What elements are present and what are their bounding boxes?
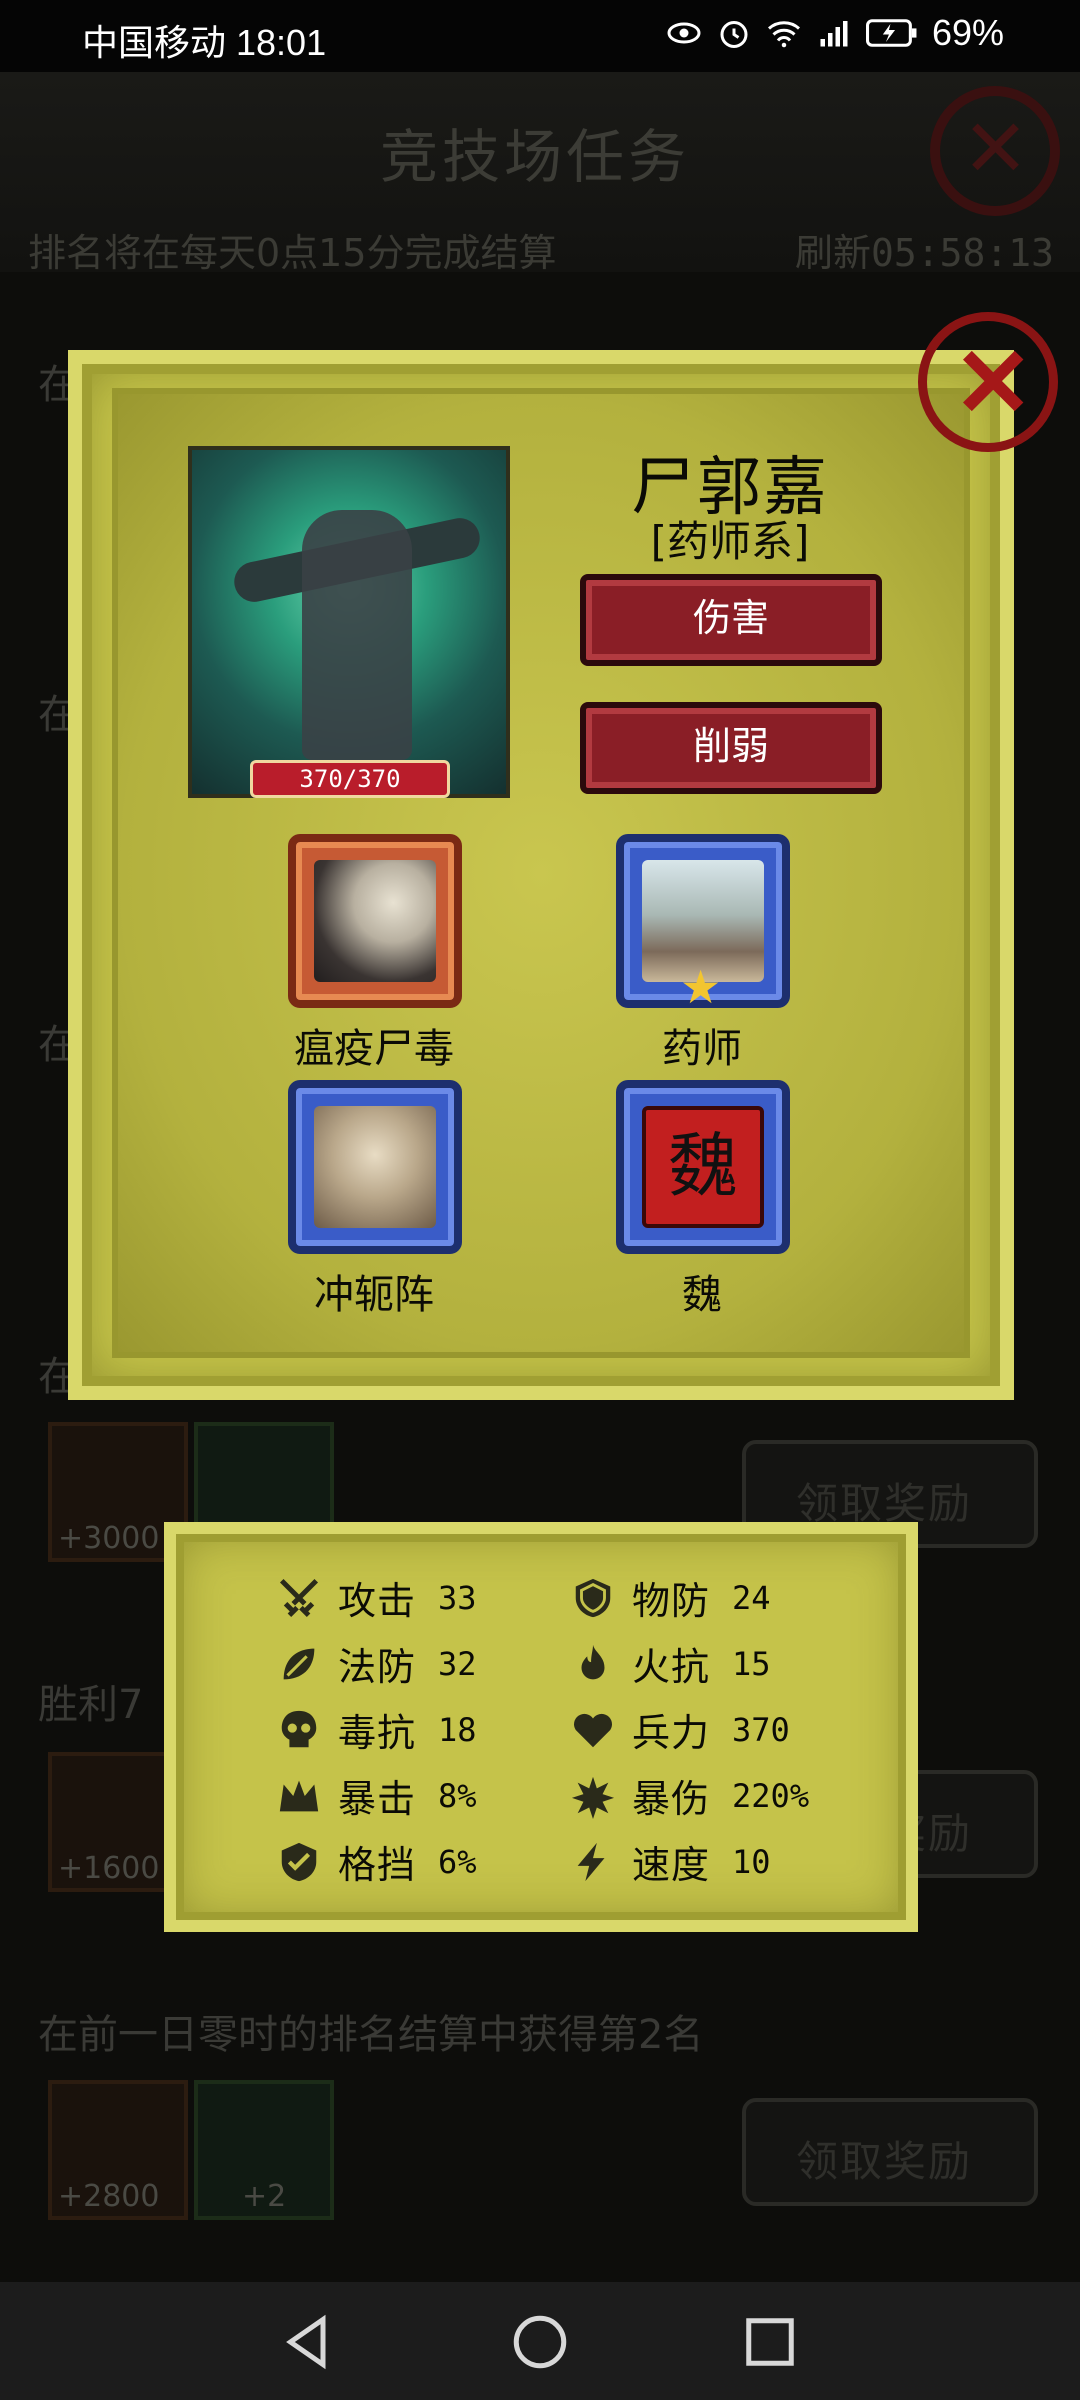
stat-fire-resist: 火抗 15 <box>570 1636 771 1691</box>
hp-bar: 370/370 <box>250 760 450 798</box>
alarm-icon <box>720 21 748 48</box>
refresh-timer: 刷新05:58:13 <box>794 231 1054 275</box>
wifi-icon <box>767 21 800 48</box>
carrier-time: 中国移动 18:01 <box>82 22 327 63</box>
battle-formation-image <box>314 1106 436 1228</box>
signal-icon <box>820 21 848 47</box>
item-reward: +2 <box>194 2080 334 2220</box>
stat-crit-rate: 暴击 8% <box>276 1768 477 1823</box>
stat-crit-damage: 暴伤 220% <box>570 1768 809 1823</box>
skill-label: 瘟疫尸毒 <box>294 1026 454 1072</box>
leaf-icon <box>283 1648 315 1679</box>
hero-class: [药师系] <box>650 517 810 566</box>
heart-icon <box>574 1713 612 1747</box>
flame-icon <box>581 1644 605 1679</box>
system-nav-bar <box>0 2282 1080 2400</box>
crossed-swords-icon <box>279 1578 319 1617</box>
task-label: 在前一日零时的排名结算中获得第2名 <box>38 2012 704 2058</box>
star-icon: ★ <box>680 960 722 1014</box>
stat-magic-defense: 法防 32 <box>276 1636 477 1691</box>
skull-icon <box>281 1710 317 1747</box>
stat-troops: 兵力 370 <box>570 1702 790 1757</box>
skill-label: 冲轭阵 <box>314 1272 434 1318</box>
burst-icon <box>571 1776 615 1819</box>
crown-icon <box>279 1780 319 1811</box>
back-icon[interactable] <box>278 2312 338 2372</box>
stat-speed: 速度 10 <box>570 1834 771 1889</box>
skill-plague-poison[interactable] <box>288 834 462 1008</box>
shield-icon <box>575 1578 611 1617</box>
task-label: 胜利7 <box>38 1682 144 1728</box>
eye-icon <box>667 22 701 44</box>
battery-percent: 69% <box>931 12 1004 53</box>
recents-icon[interactable] <box>740 2312 800 2372</box>
close-icon: ✕ <box>962 102 1030 195</box>
skill-label: 魏 <box>682 1272 722 1318</box>
page-header: 竞技场任务 ✕ 排名将在每天0点15分完成结算 刷新05:58:13 <box>0 72 1080 275</box>
skill-label: 药师 <box>662 1026 742 1072</box>
skill-formation[interactable] <box>288 1080 462 1254</box>
page-close-button[interactable]: ✕ <box>930 86 1060 216</box>
hero-portrait <box>188 446 510 798</box>
claim-reward-button[interactable]: 领取奖励 <box>742 2098 1038 2206</box>
home-icon[interactable] <box>510 2312 570 2372</box>
stat-poison-resist: 毒抗 18 <box>276 1702 477 1757</box>
skill-faction-wei[interactable]: 魏 <box>616 1080 790 1254</box>
stat-attack: 攻击 33 <box>276 1570 477 1625</box>
status-bar: 中国移动 18:01 69% <box>0 0 1080 72</box>
shield-check-icon <box>281 1842 317 1881</box>
close-icon: ✕ <box>953 330 1034 437</box>
tag-damage-button[interactable]: 伤害 <box>580 574 882 666</box>
coin-reward: +2800 <box>48 2080 188 2220</box>
status-icons: 69% <box>666 12 1004 54</box>
card-close-button[interactable]: ✕ <box>918 312 1058 452</box>
battery-icon <box>865 19 917 47</box>
wei-banner-icon: 魏 <box>642 1106 764 1228</box>
stat-physical-defense: 物防 24 <box>570 1570 771 1625</box>
plague-crow-image <box>314 860 436 982</box>
page-title: 竞技场任务 <box>380 123 691 191</box>
tag-debuff-button[interactable]: 削弱 <box>580 702 882 794</box>
stat-block: 格挡 6% <box>276 1834 477 1889</box>
lightning-icon <box>577 1842 605 1881</box>
settlement-note: 排名将在每天0点15分完成结算 <box>28 231 557 275</box>
